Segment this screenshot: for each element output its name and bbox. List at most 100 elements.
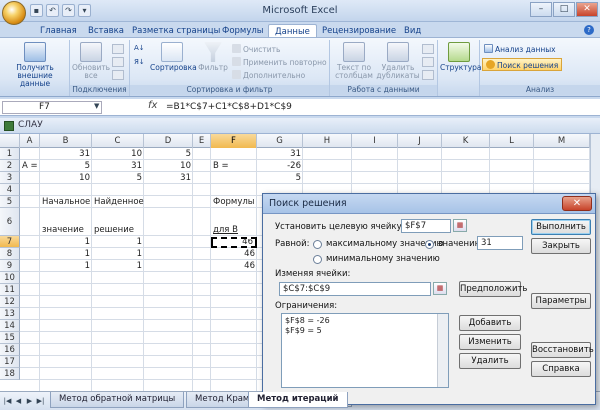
last-sheet-icon[interactable]: ▶| (36, 396, 45, 406)
row-header-14[interactable]: 14 (0, 320, 20, 332)
cell-d3[interactable]: 31 (144, 172, 193, 184)
insert-function-icon[interactable]: fx (148, 100, 157, 111)
column-header-l[interactable]: L (490, 134, 534, 148)
filter-button[interactable]: Фильтр (198, 42, 228, 72)
tab-view[interactable]: Вид (398, 24, 427, 38)
column-header-j[interactable]: J (398, 134, 442, 148)
cell-f6[interactable]: для B (211, 224, 261, 236)
target-cell-ref-icon[interactable]: ▦ (453, 219, 467, 232)
cell-b5[interactable]: Начальное (40, 196, 96, 208)
sort-za-icon[interactable]: Я↓ (134, 58, 146, 68)
tab-insert[interactable]: Вставка (82, 24, 130, 38)
constraints-list[interactable]: $F$8 = -26 $F$9 = 5 (281, 313, 449, 388)
maximize-button[interactable]: □ (553, 2, 575, 17)
row-header-8[interactable]: 8 (0, 248, 20, 260)
cell-c3[interactable]: 5 (92, 172, 144, 184)
minimize-button[interactable]: – (530, 2, 552, 17)
row-header-7[interactable]: 7 (0, 236, 20, 248)
column-header-k[interactable]: K (442, 134, 490, 148)
radio-max[interactable] (313, 240, 322, 249)
row-header-6[interactable]: 6 (0, 208, 20, 236)
constraints-scrollbar[interactable] (437, 314, 448, 387)
column-header-c[interactable]: C (92, 134, 144, 148)
cell-b8[interactable]: 1 (40, 248, 92, 260)
column-header-h[interactable]: H (303, 134, 352, 148)
value-input[interactable]: 31 (477, 236, 523, 250)
row-header-16[interactable]: 16 (0, 344, 20, 356)
cell-g2[interactable]: -26 (257, 160, 303, 172)
tab-page-layout[interactable]: Разметка страницы (126, 24, 226, 38)
row-header-3[interactable]: 3 (0, 172, 20, 184)
cell-f2[interactable]: B = (211, 160, 257, 172)
cell-c7[interactable]: 1 (92, 236, 144, 248)
row-header-18[interactable]: 18 (0, 368, 20, 380)
options-button[interactable]: Параметры (531, 293, 591, 309)
row-header-13[interactable]: 13 (0, 308, 20, 320)
cell-f5[interactable]: Формулы (211, 196, 261, 208)
data-analysis-button[interactable]: Анализ данных (484, 44, 556, 55)
execute-button[interactable]: Выполнить (531, 219, 591, 235)
cell-c6[interactable]: решение (92, 224, 148, 236)
cell-f7[interactable]: 46 (211, 237, 257, 248)
cell-b1[interactable]: 31 (40, 148, 92, 160)
tab-review[interactable]: Рецензирование (316, 24, 402, 38)
cell-b7[interactable]: 1 (40, 236, 92, 248)
cell-g3[interactable]: 5 (257, 172, 303, 184)
what-if-icon[interactable] (422, 70, 434, 80)
next-sheet-icon[interactable]: ▶ (25, 396, 34, 406)
properties-icon[interactable] (112, 57, 124, 67)
cell-b6[interactable]: значение (40, 224, 96, 236)
column-header-e[interactable]: E (193, 134, 211, 148)
dialog-close-text-button[interactable]: Закрыть (531, 238, 591, 254)
cell-c2[interactable]: 31 (92, 160, 144, 172)
radio-value[interactable] (425, 240, 434, 249)
solver-button[interactable]: Поиск решения (482, 58, 563, 71)
dialog-close-button[interactable]: ✕ (562, 196, 592, 211)
row-header-2[interactable]: 2 (0, 160, 20, 172)
row-header-4[interactable]: 4 (0, 184, 20, 196)
cell-b3[interactable]: 10 (40, 172, 92, 184)
delete-constraint-button[interactable]: Удалить (459, 353, 521, 369)
cell-b9[interactable]: 1 (40, 260, 92, 272)
add-constraint-button[interactable]: Добавить (459, 315, 521, 331)
row-header-17[interactable]: 17 (0, 356, 20, 368)
row-header-1[interactable]: 1 (0, 148, 20, 160)
clear-button[interactable]: Очистить (232, 44, 280, 55)
row-header-10[interactable]: 10 (0, 272, 20, 284)
radio-min[interactable] (313, 255, 322, 264)
changing-cells-input[interactable]: $C$7:$C$9 (279, 282, 431, 296)
reapply-button[interactable]: Применить повторно (232, 57, 327, 68)
column-header-d[interactable]: D (144, 134, 193, 148)
row-header-11[interactable]: 11 (0, 284, 20, 296)
reset-all-button[interactable]: Восстановить (531, 342, 594, 358)
prev-sheet-icon[interactable]: ◀ (14, 396, 23, 406)
column-header-a[interactable]: A (20, 134, 40, 148)
validation-icon[interactable] (422, 44, 434, 54)
sort-button[interactable]: Сортировка (150, 42, 197, 72)
column-header-f[interactable]: F (211, 134, 257, 148)
cell-g1[interactable]: 31 (257, 148, 303, 160)
column-header-m[interactable]: M (534, 134, 590, 148)
connections-icon[interactable] (112, 44, 124, 54)
column-header-g[interactable]: G (257, 134, 303, 148)
name-box-dropdown-icon[interactable]: ▼ (94, 102, 99, 110)
first-sheet-icon[interactable]: |◀ (3, 396, 12, 406)
cell-c5[interactable]: Найденное (92, 196, 148, 208)
cell-c8[interactable]: 1 (92, 248, 144, 260)
refresh-all-button[interactable]: Обновить все (72, 42, 110, 80)
edit-links-icon[interactable] (112, 70, 124, 80)
sheet-tab-iteration[interactable]: Метод итераций (248, 392, 348, 408)
column-header-b[interactable]: B (40, 134, 92, 148)
cell-f8[interactable]: 46 (211, 248, 257, 260)
change-constraint-button[interactable]: Изменить (459, 334, 521, 350)
get-external-data-button[interactable]: Получить внешние данные (4, 42, 66, 88)
cell-d2[interactable]: 10 (144, 160, 193, 172)
select-all-corner[interactable] (0, 134, 20, 148)
cell-f9[interactable]: 46 (211, 260, 257, 272)
cell-c1[interactable]: 10 (92, 148, 144, 160)
cell-c9[interactable]: 1 (92, 260, 144, 272)
outline-button[interactable]: Структура (440, 42, 482, 72)
target-cell-input[interactable]: $F$7 (401, 219, 451, 233)
row-header-15[interactable]: 15 (0, 332, 20, 344)
office-button[interactable] (2, 1, 26, 25)
